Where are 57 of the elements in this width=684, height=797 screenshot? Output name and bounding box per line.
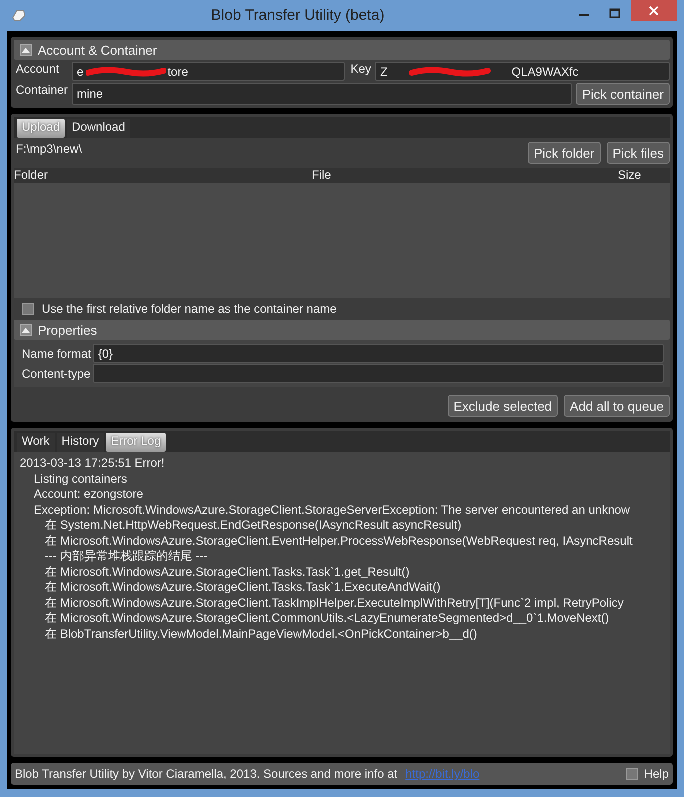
checkbox[interactable] (22, 303, 34, 315)
help-label: Help (644, 767, 669, 781)
log-line: 在 BlobTransferUtility.ViewModel.MainPageViewModel.<OnPickContainer>b__d() (45, 626, 478, 642)
column-header[interactable]: Folder (14, 168, 312, 183)
field-value: e (77, 64, 84, 78)
action-button[interactable]: Exclude selected (448, 395, 558, 417)
checkbox-label: Use the first relative folder name as the container name (42, 302, 337, 316)
input-field[interactable] (93, 364, 664, 383)
field-label: Account (15, 62, 60, 76)
log-line: 在 Microsoft.WindowsAzure.StorageClient.Tasks.Task`1.ExecuteAndWait() (45, 580, 441, 596)
pick-container-button[interactable]: Pick container (576, 83, 670, 105)
section-title: Account & Container (38, 42, 158, 58)
collapse-toggle[interactable] (20, 44, 32, 56)
close-icon (649, 6, 659, 16)
log-line: Listing containers (34, 472, 128, 487)
minimize-icon (579, 14, 589, 16)
window-title: Blob Transfer Utility (beta) (210, 7, 386, 24)
field-label: Name format (21, 346, 92, 360)
key-field[interactable]: Z QLA9WAXfc (375, 62, 670, 81)
properties-header[interactable]: Properties (14, 320, 670, 340)
input-field[interactable]: {0} (93, 344, 664, 363)
tab[interactable]: Download (67, 119, 130, 138)
action-button[interactable]: Add all to queue (564, 395, 670, 417)
status-text: Blob Transfer Utility by Vitor Ciaramella, 2013. Sources and more info at (15, 767, 398, 781)
collapse-arrow-icon (22, 47, 30, 53)
log-line: 在 System.Net.HttpWebRequest.EndGetResponse(IAsyncResult asyncResult) (45, 518, 462, 534)
field-value: Z (380, 64, 388, 78)
field-value: tore (168, 64, 188, 78)
tab[interactable]: History (56, 433, 104, 452)
pick-button[interactable]: Pick files (606, 142, 670, 164)
collapse-toggle[interactable] (20, 324, 32, 336)
log-line: 在 Microsoft.WindowsAzure.StorageClient.Tasks.Task`1.get_Result() (45, 564, 410, 580)
field-value: QLA9WAXfc (512, 64, 579, 78)
log-line: Exception: Microsoft.WindowsAzure.StorageClient.StorageServerException: The server encountered an unknow (34, 502, 630, 518)
help-checkbox[interactable] (626, 768, 638, 780)
log-line: 在 Microsoft.WindowsAzure.StorageClient.TaskImplHelper.ExecuteImplWithRetry[T](Func`2 impl, RetryPolicy (45, 596, 624, 611)
account-header[interactable]: Account & Container (14, 40, 670, 60)
log-line: 在 Microsoft.WindowsAzure.StorageClient.EventHelper.ProcessWebResponse(WebRequest req, IAsyncResult (45, 534, 633, 549)
app-icon (11, 8, 27, 24)
column-header[interactable]: File (312, 168, 618, 183)
field-label: Container (15, 83, 68, 97)
maximize-icon (609, 8, 621, 20)
field-label: Key (350, 62, 372, 76)
account-field[interactable]: e tore (72, 62, 345, 81)
log-line: 在 Microsoft.WindowsAzure.StorageClient.CommonUtils.<LazyEnumerateSegmented>d__0`1.MoveNext() (45, 611, 610, 626)
log-line: 2013-03-13 17:25:51 Error! (20, 456, 165, 472)
column-header[interactable]: Size (618, 168, 670, 183)
section-title: Properties (38, 322, 98, 338)
close-button[interactable] (631, 0, 677, 21)
field-label: Content-type (21, 366, 92, 380)
folder-path: F:\mp3\new\ (16, 142, 84, 156)
collapse-arrow-icon (22, 327, 30, 333)
container-field[interactable]: mine (72, 83, 572, 105)
tab[interactable]: Work (17, 433, 55, 452)
log-line: Account: ezongstore (34, 487, 144, 502)
log-line: --- 内部异常堆栈跟踪的结尾 --- (45, 549, 208, 564)
pick-button[interactable]: Pick folder (528, 142, 601, 164)
